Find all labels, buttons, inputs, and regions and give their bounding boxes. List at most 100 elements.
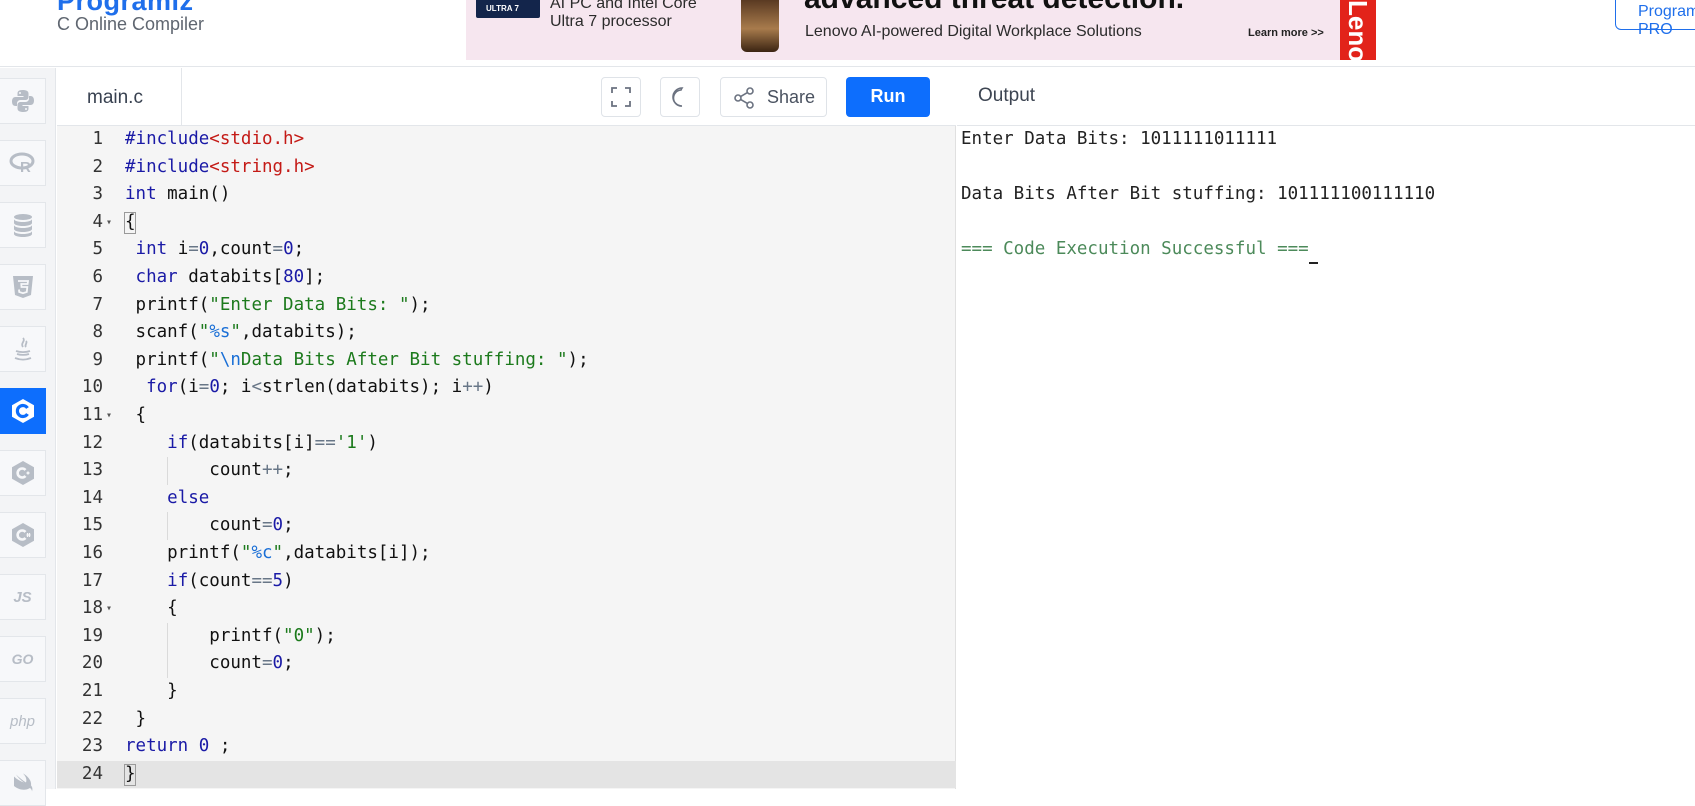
code-text: } <box>125 708 147 729</box>
line-number: 20 <box>81 653 103 674</box>
fold-arrow-icon[interactable]: ▾ <box>106 402 112 430</box>
line-number: 17 <box>81 570 103 591</box>
line-number: 4 <box>92 211 103 232</box>
indent-guide <box>167 512 169 540</box>
code-text: else <box>167 487 210 508</box>
moon-icon <box>672 87 684 107</box>
code-line[interactable]: 4 ▾{ <box>57 209 956 237</box>
language-php-button[interactable]: php <box>0 698 46 744</box>
file-tab-main-c[interactable]: main.c <box>57 68 182 126</box>
code-line[interactable]: 11 ▾ { <box>57 402 956 430</box>
code-text: printf("\nData Bits After Bit stuffing: … <box>125 349 589 370</box>
line-number: 6 <box>92 267 103 287</box>
language-csharp-button[interactable] <box>0 512 46 558</box>
output-title: Output <box>957 68 1695 126</box>
fullscreen-icon <box>611 87 631 107</box>
ad-brand-logo: Lenovo <box>1340 0 1376 60</box>
matching-bracket-highlight <box>124 211 136 234</box>
editor-panel: main.c Share Run 1 #include<stdio.h> 2 #inc… <box>57 68 956 789</box>
line-number: 19 <box>81 625 103 646</box>
fold-arrow-icon[interactable]: ▾ <box>106 595 112 623</box>
line-number: 9 <box>92 349 103 370</box>
code-text: printf("0"); <box>125 625 336 646</box>
code-text: #include<string.h> <box>125 156 315 177</box>
code-text: } <box>125 681 178 701</box>
matching-bracket-highlight <box>124 763 136 786</box>
run-button[interactable]: Run <box>846 77 930 117</box>
language-python-button[interactable] <box>0 78 46 124</box>
theme-toggle-button[interactable] <box>660 77 700 117</box>
ad-badge: ULTRA 7 <box>476 0 540 18</box>
ad-headline: advanced threat detection. <box>804 0 1184 16</box>
code-line[interactable]: 5 int i=0,count=0; <box>57 236 956 264</box>
line-number: 11 <box>81 405 103 425</box>
code-text: if(databits[i]=='1') <box>167 432 378 453</box>
language-go-button[interactable]: GO <box>0 636 46 682</box>
line-number: 5 <box>92 239 103 260</box>
html5-icon <box>12 276 33 298</box>
execution-status-line: === Code Execution Successful === <box>961 236 1318 264</box>
code-line[interactable]: 23 return 0 ; <box>57 733 956 761</box>
code-line[interactable]: 6 char databits[80]; <box>57 264 956 292</box>
language-swift-button[interactable] <box>0 760 46 806</box>
r-icon: R <box>9 152 34 176</box>
code-line[interactable]: 22 } <box>57 706 956 734</box>
language-c-button[interactable] <box>0 388 46 434</box>
share-button[interactable]: Share <box>720 77 827 117</box>
csharp-icon <box>11 523 34 547</box>
top-header: Programiz C Online Compiler ULTRA 7 AI P… <box>0 0 1695 67</box>
js-icon: JS <box>13 588 32 606</box>
code-line[interactable]: 10 for(i=0; i<strlen(databits); i++) <box>57 374 956 402</box>
line-number: 18 <box>81 598 103 619</box>
fold-arrow-icon[interactable]: ▾ <box>106 209 112 237</box>
language-html-button[interactable] <box>0 264 46 310</box>
code-line[interactable]: 13 count++; <box>57 457 956 485</box>
ad-small-text: AI PC and Intel Core Ultra 7 processor <box>550 0 697 31</box>
code-line[interactable]: 19 printf("0"); <box>57 623 956 651</box>
line-number: 12 <box>81 432 103 453</box>
line-number: 3 <box>92 184 103 205</box>
code-text: #include<stdio.h> <box>125 129 305 149</box>
line-number: 15 <box>81 515 103 536</box>
go-icon: GO <box>11 651 34 667</box>
line-number: 13 <box>81 460 103 481</box>
java-icon <box>14 337 31 361</box>
ad-description: Lenovo AI-powered Digital Workplace Solu… <box>805 23 1142 40</box>
code-line[interactable]: 3 int main() <box>57 181 956 209</box>
ad-image <box>741 0 779 52</box>
code-line[interactable]: 24} <box>57 760 956 789</box>
code-line[interactable]: 21 } <box>57 678 956 706</box>
code-line[interactable]: 17 if(count==5) <box>57 568 956 596</box>
code-line[interactable]: 7 printf("Enter Data Bits: "); <box>57 292 956 320</box>
code-line[interactable]: 1 #include<stdio.h> <box>57 126 956 154</box>
language-sql-button[interactable] <box>0 202 46 248</box>
language-r-button[interactable]: R <box>0 140 46 186</box>
line-number: 16 <box>81 543 103 563</box>
programiz-pro-button[interactable]: Programiz PRO <box>1615 0 1695 38</box>
code-text: int main() <box>125 184 231 205</box>
output-panel: Output Enter Data Bits: 1011111011111 Dat… <box>957 68 1695 789</box>
share-icon <box>734 87 754 109</box>
language-js-button[interactable]: JS <box>0 574 46 620</box>
code-line[interactable]: 12 if(databits[i]=='1') <box>57 430 956 458</box>
cpp-icon <box>11 461 34 485</box>
indent-guide <box>167 457 169 485</box>
c-language-icon <box>11 399 34 423</box>
advertisement-banner[interactable]: ULTRA 7 AI PC and Intel Core Ultra 7 pro… <box>466 0 1376 60</box>
swift-icon <box>13 773 32 792</box>
language-java-button[interactable] <box>0 326 46 372</box>
ad-learn-more-link[interactable]: Learn more >> <box>1248 27 1324 39</box>
code-line[interactable]: 8 scanf("%s",databits); <box>57 319 956 347</box>
code-line[interactable]: 9 printf("\nData Bits After Bit stuffing… <box>57 347 956 375</box>
language-cpp-button[interactable] <box>0 450 46 496</box>
code-line[interactable]: 2 #include<string.h> <box>57 154 956 182</box>
code-editor[interactable]: 1 #include<stdio.h> 2 #include<string.h> 3 in… <box>57 126 956 789</box>
code-line[interactable]: 16 printf("%c",databits[i]); <box>57 540 956 568</box>
language-sidebar: R JS GO php <box>0 68 56 806</box>
code-line[interactable]: 18 ▾ { <box>57 595 956 623</box>
code-text: return 0 ; <box>125 736 231 757</box>
code-line[interactable]: 14 else <box>57 485 956 513</box>
code-line[interactable]: 15 count=0; <box>57 512 956 540</box>
code-line[interactable]: 20 count=0; <box>57 650 956 678</box>
fullscreen-button[interactable] <box>601 77 641 117</box>
